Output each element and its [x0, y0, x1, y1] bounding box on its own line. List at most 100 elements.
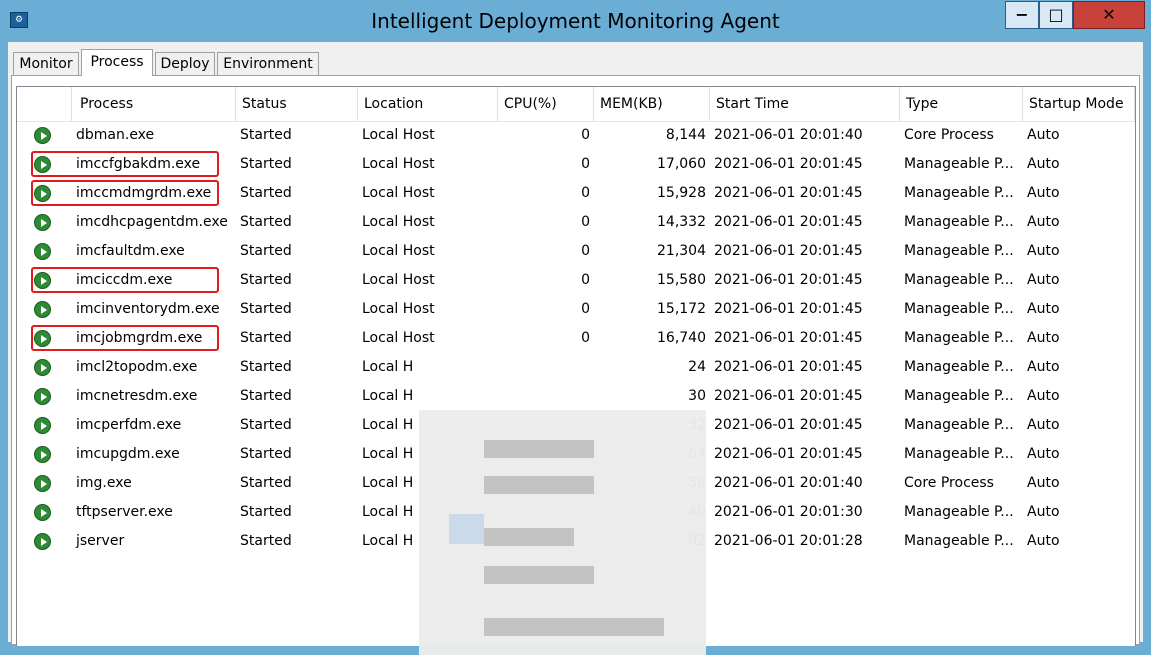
process-start-time: 2021-06-01 20:01:45 — [714, 301, 863, 317]
process-startup-mode: Auto — [1027, 243, 1060, 259]
column-header-start-time[interactable]: Start Time — [710, 87, 900, 121]
process-startup-mode: Auto — [1027, 214, 1060, 230]
table-row[interactable]: imcfaultdm.exe Started Local Host 0 21,304 20… — [17, 237, 1135, 266]
play-status-icon — [34, 388, 51, 405]
process-start-time: 2021-06-01 20:01:28 — [714, 533, 863, 549]
process-startup-mode: Auto — [1027, 127, 1060, 143]
process-status: Started — [240, 301, 292, 317]
tab-environment[interactable]: Environment — [217, 52, 319, 75]
column-header-process[interactable]: Process — [72, 87, 236, 121]
column-header-icon[interactable] — [17, 87, 72, 121]
process-name: imcfaultdm.exe — [76, 243, 185, 259]
process-name: imcjobmgrdm.exe — [76, 330, 203, 346]
redacted-bar — [484, 618, 664, 636]
redacted-bar — [449, 514, 484, 544]
column-header-cpu[interactable]: CPU(%) — [498, 87, 594, 121]
table-row[interactable]: imccmdmgrdm.exe Started Local Host 0 15,928 2… — [17, 179, 1135, 208]
process-mem: 15,172 — [657, 301, 706, 317]
process-start-time: 2021-06-01 20:01:45 — [714, 185, 863, 201]
table-row[interactable]: dbman.exe Started Local Host 0 8,144 2021-06-… — [17, 121, 1135, 150]
play-status-icon — [34, 127, 51, 144]
process-start-time: 2021-06-01 20:01:40 — [714, 475, 863, 491]
process-location: Local Host — [362, 301, 435, 317]
column-header-location[interactable]: Location — [358, 87, 498, 121]
process-startup-mode: Auto — [1027, 504, 1060, 520]
status-icon-cell — [17, 527, 72, 556]
title-bar[interactable]: ⚙ Intelligent Deployment Monitoring Agen… — [0, 0, 1151, 42]
process-start-time: 2021-06-01 20:01:45 — [714, 388, 863, 404]
play-status-icon — [34, 504, 51, 521]
process-status: Started — [240, 446, 292, 462]
table-row[interactable]: imcnetresdm.exe Started Local H 30 2021-06-0… — [17, 382, 1135, 411]
process-type: Manageable P... — [904, 504, 1014, 520]
play-status-icon — [34, 214, 51, 231]
process-cpu: 0 — [581, 243, 590, 259]
process-start-time: 2021-06-01 20:01:45 — [714, 243, 863, 259]
process-status: Started — [240, 243, 292, 259]
process-location: Local Host — [362, 185, 435, 201]
process-mem: 21,304 — [657, 243, 706, 259]
process-type: Core Process — [904, 475, 994, 491]
process-type: Manageable P... — [904, 446, 1014, 462]
play-status-icon — [34, 359, 51, 376]
play-status-icon — [34, 475, 51, 492]
process-mem: 14,332 — [657, 214, 706, 230]
process-mem: 15,928 — [657, 185, 706, 201]
process-startup-mode: Auto — [1027, 475, 1060, 491]
maximize-button[interactable]: □ — [1039, 1, 1073, 29]
process-cpu: 0 — [581, 330, 590, 346]
process-name: jserver — [76, 533, 125, 549]
process-type: Manageable P... — [904, 301, 1014, 317]
process-location: Local Host — [362, 156, 435, 172]
window-title: Intelligent Deployment Monitoring Agent — [371, 9, 780, 33]
process-start-time: 2021-06-01 20:01:45 — [714, 359, 863, 375]
process-status: Started — [240, 272, 292, 288]
process-status: Started — [240, 185, 292, 201]
close-button[interactable]: ✕ — [1073, 1, 1145, 29]
status-icon-cell — [17, 411, 72, 440]
process-name: imccmdmgrdm.exe — [76, 185, 212, 201]
table-row[interactable]: imcdhcpagentdm.exe Started Local Host 0 14,3… — [17, 208, 1135, 237]
tab-monitor[interactable]: Monitor — [13, 52, 79, 75]
process-startup-mode: Auto — [1027, 330, 1060, 346]
process-type: Manageable P... — [904, 214, 1014, 230]
process-startup-mode: Auto — [1027, 533, 1060, 549]
status-icon-cell — [17, 237, 72, 266]
process-startup-mode: Auto — [1027, 301, 1060, 317]
client-area: Monitor Process Deploy Environment Proce… — [8, 42, 1143, 655]
process-type: Manageable P... — [904, 330, 1014, 346]
process-status: Started — [240, 127, 292, 143]
process-name: dbman.exe — [76, 127, 155, 143]
process-startup-mode: Auto — [1027, 446, 1060, 462]
play-status-icon — [34, 533, 51, 550]
process-start-time: 2021-06-01 20:01:45 — [714, 417, 863, 433]
process-status: Started — [240, 330, 292, 346]
process-startup-mode: Auto — [1027, 185, 1060, 201]
process-start-time: 2021-06-01 20:01:45 — [714, 446, 863, 462]
column-header-startup-mode[interactable]: Startup Mode — [1023, 87, 1135, 121]
process-status: Started — [240, 214, 292, 230]
process-type: Manageable P... — [904, 417, 1014, 433]
column-header-status[interactable]: Status — [236, 87, 358, 121]
tab-deploy[interactable]: Deploy — [155, 52, 215, 75]
process-mem: 17,060 — [657, 156, 706, 172]
redacted-bar — [484, 566, 594, 584]
process-location: Local Host — [362, 127, 435, 143]
minimize-button[interactable]: − — [1005, 1, 1039, 29]
tab-process[interactable]: Process — [81, 49, 153, 76]
table-row[interactable]: imcjobmgrdm.exe Started Local Host 0 16,740 2… — [17, 324, 1135, 353]
table-row[interactable]: imccfgbakdm.exe Started Local Host 0 17,060 2… — [17, 150, 1135, 179]
process-start-time: 2021-06-01 20:01:45 — [714, 272, 863, 288]
table-row[interactable]: imciccdm.exe Started Local Host 0 15,580 2021… — [17, 266, 1135, 295]
process-start-time: 2021-06-01 20:01:45 — [714, 214, 863, 230]
main-window: ⚙ Intelligent Deployment Monitoring Agen… — [0, 0, 1151, 655]
process-type: Manageable P... — [904, 156, 1014, 172]
table-row[interactable]: imcinventorydm.exe Started Local Host 0 15,1… — [17, 295, 1135, 324]
process-name: imcnetresdm.exe — [76, 388, 198, 404]
process-name: tftpserver.exe — [76, 504, 173, 520]
table-row[interactable]: imcl2topodm.exe Started Local H 24 2021-06-0… — [17, 353, 1135, 382]
process-tab-panel: Process Status Location CPU(%) MEM(KB) S… — [11, 75, 1140, 655]
column-header-mem[interactable]: MEM(KB) — [594, 87, 710, 121]
process-type: Core Process — [904, 127, 994, 143]
column-header-type[interactable]: Type — [900, 87, 1023, 121]
